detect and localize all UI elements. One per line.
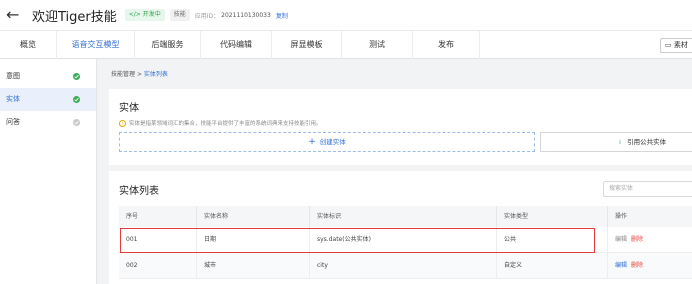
entity-list-title: 实体列表: [119, 186, 159, 197]
search-entity-input[interactable]: 搜索实体: [603, 181, 692, 197]
check-icon: [73, 119, 80, 126]
type-badge: 技能: [169, 9, 190, 21]
row-index: 002: [119, 253, 197, 279]
entity-list-card: 实体列表 搜索实体 序号 实体名称 实体标识 实体类型 操作 001 日期 sy…: [109, 171, 692, 284]
column-header: 实体名称: [197, 206, 310, 227]
row-index: 001: [119, 227, 197, 253]
tab-test[interactable]: 测试: [342, 31, 413, 59]
status-badge-label: 开发中: [142, 11, 161, 18]
check-icon: [73, 73, 80, 80]
row-name: 日期: [197, 227, 310, 253]
create-entity-label: 创建实体: [319, 138, 346, 146]
row-actions: 编辑 删除: [608, 253, 692, 279]
reference-public-entity-button[interactable]: ⁞ 引用公共实体: [540, 132, 692, 152]
column-header: 序号: [119, 206, 197, 227]
reference-entity-label: 引用公共实体: [627, 138, 667, 146]
entity-info: ! 实体是指某领域词汇的集合，技能平台提供了丰富的系统词典来支持技能引用。: [119, 119, 322, 127]
tab-screen-template[interactable]: 屏显模板: [272, 31, 342, 59]
edit-button[interactable]: 编辑: [615, 236, 627, 243]
back-arrow-icon[interactable]: ←: [6, 0, 30, 30]
delete-button[interactable]: 删除: [631, 236, 643, 243]
materials-icon: ▭: [665, 41, 672, 49]
table-row: 002 城市 city 自定义 编辑 删除: [119, 253, 692, 279]
row-identifier: sys.date(公共实体): [310, 227, 497, 253]
breadcrumb: 技能管理 > 实体列表: [111, 69, 168, 78]
tab-overview[interactable]: 概览: [0, 31, 57, 59]
breadcrumb-current: 实体列表: [143, 71, 168, 78]
sidebar-item-label: 意图: [6, 72, 20, 80]
table-header: 序号 实体名称 实体标识 实体类型 操作: [119, 206, 692, 227]
sidebar: 意图 实体 问答: [0, 59, 97, 284]
column-header: 操作: [615, 213, 628, 220]
row-identifier: city: [310, 253, 497, 279]
tab-publish[interactable]: 发布: [413, 31, 480, 59]
status-badge: </> 开发中: [124, 9, 165, 21]
materials-label: 素材: [673, 41, 688, 49]
table-row: 001 日期 sys.date(公共实体) 公共 编辑 删除: [119, 227, 692, 253]
check-icon: [73, 96, 80, 103]
code-icon: </>: [128, 11, 141, 18]
copy-id-link[interactable]: 复制: [276, 11, 288, 20]
column-header: 实体标识: [310, 206, 497, 227]
top-bar: ← 欢迎Tiger技能 </> 开发中 技能 应用ID： 20211101300…: [0, 0, 692, 30]
sidebar-item-label: 问答: [6, 118, 20, 126]
breadcrumb-parent[interactable]: 技能管理: [111, 71, 135, 78]
breadcrumb-separator: >: [136, 71, 142, 78]
reference-icon: ⁞: [619, 138, 622, 146]
row-name: 城市: [197, 253, 310, 279]
info-icon: !: [119, 119, 126, 127]
main-nav: 概览 语音交互模型 后端服务 代码编辑 屏显模板 测试 发布 ▭ 素材: [0, 30, 692, 59]
entity-card: 实体 ! 实体是指某领域词汇的集合，技能平台提供了丰富的系统词典来支持技能引用。…: [109, 89, 692, 165]
sidebar-item-intent[interactable]: 意图: [0, 65, 96, 88]
sidebar-item-label: 实体: [6, 95, 20, 103]
row-type: 自定义: [497, 253, 608, 279]
entity-card-title: 实体: [119, 103, 139, 114]
edit-button[interactable]: 编辑: [615, 262, 627, 269]
tab-code-editor[interactable]: 代码编辑: [201, 31, 272, 59]
app-id-label: 应用ID：: [194, 12, 220, 20]
plus-icon: +: [308, 137, 316, 147]
sidebar-item-qa[interactable]: 问答: [0, 111, 96, 134]
tab-voice-model[interactable]: 语音交互模型: [57, 31, 135, 59]
app-id-value: 2021110130033: [221, 11, 271, 19]
entity-info-text: 实体是指某领域词汇的集合，技能平台提供了丰富的系统词典来支持技能引用。: [129, 121, 322, 127]
row-actions: 编辑 删除: [608, 227, 692, 253]
app-title: 欢迎Tiger技能: [32, 9, 117, 25]
tab-backend-service[interactable]: 后端服务: [135, 31, 201, 59]
materials-button[interactable]: ▭ 素材: [660, 38, 692, 53]
row-type: 公共: [497, 227, 608, 253]
column-header: 实体类型: [497, 206, 608, 227]
delete-button[interactable]: 删除: [631, 262, 643, 269]
sidebar-item-entity[interactable]: 实体: [0, 88, 96, 111]
create-entity-button[interactable]: + 创建实体: [119, 132, 535, 152]
